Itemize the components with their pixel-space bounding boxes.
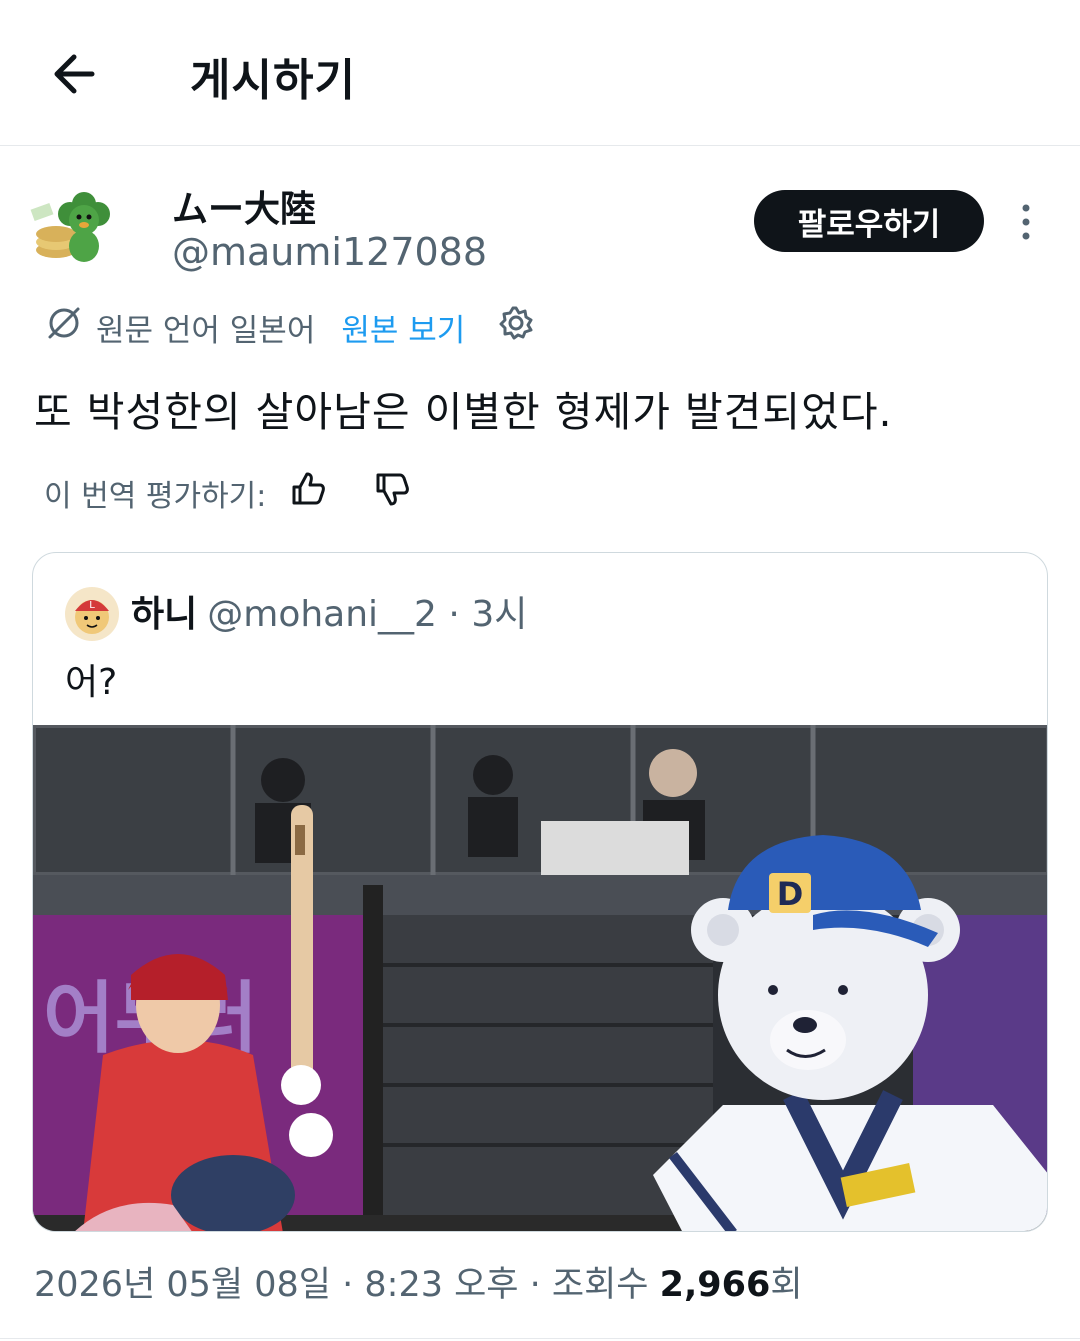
- view-original-link[interactable]: 원본 보기: [341, 305, 465, 350]
- original-language-label: 원문 언어 일본어: [96, 312, 316, 349]
- arrow-left-icon[interactable]: [48, 48, 100, 100]
- divider: [0, 1338, 1080, 1339]
- tweet-text: 또 박성한의 살아남은 이별한 형제가 발견되었다.: [34, 388, 893, 436]
- quoted-tweet-card[interactable]: L 하니@mohani__2 · 3시 어? 어두러: [32, 552, 1048, 1232]
- tweet-meta: 2026년 05월 08일 · 8:23 오후 · 조회수 2,966회: [34, 1256, 803, 1307]
- tweet-time: 8:23 오후: [364, 1265, 519, 1305]
- avatar[interactable]: [28, 180, 128, 280]
- rate-translation-label: 이 번역 평가하기:: [44, 479, 267, 514]
- author-handle[interactable]: @maumi127088: [172, 230, 487, 274]
- quoted-tweet-header: 하니 @mohani__2 · 3시: [131, 585, 527, 637]
- views-suffix: 회: [770, 1265, 803, 1305]
- gear-icon[interactable]: [497, 304, 535, 350]
- separator-dot: ·: [331, 1265, 365, 1305]
- rate-translation-row: 이 번역 평가하기:: [44, 470, 412, 516]
- translate-icon: [44, 303, 84, 351]
- more-vertical-icon[interactable]: [1012, 200, 1040, 244]
- separator-dot: ·: [518, 1265, 552, 1305]
- separator-dot: ·: [448, 594, 460, 635]
- author-name[interactable]: ムー大陸: [172, 180, 316, 232]
- page-header: 게시하기: [0, 0, 1080, 146]
- translation-info-row: 원문 언어 일본어 원본 보기: [44, 304, 535, 350]
- views-label: 조회수: [551, 1265, 660, 1305]
- quoted-author-handle[interactable]: @mohani__2: [207, 594, 437, 635]
- svg-text:D: D: [777, 875, 804, 913]
- quoted-avatar[interactable]: L: [65, 587, 119, 641]
- svg-text:L: L: [89, 600, 95, 611]
- thumbs-up-icon[interactable]: [288, 469, 328, 517]
- quoted-time: 3시: [471, 594, 528, 635]
- views-count[interactable]: 2,966: [660, 1265, 771, 1305]
- thumbs-down-icon[interactable]: [372, 469, 412, 517]
- quoted-author-name[interactable]: 하니: [131, 594, 197, 635]
- quoted-tweet-text: 어?: [65, 662, 118, 703]
- tweet-date: 2026년 05월 08일: [34, 1265, 331, 1305]
- page-title: 게시하기: [190, 55, 356, 106]
- follow-button[interactable]: 팔로우하기: [754, 190, 984, 252]
- quoted-tweet-photo[interactable]: 어두러: [33, 722, 1047, 1231]
